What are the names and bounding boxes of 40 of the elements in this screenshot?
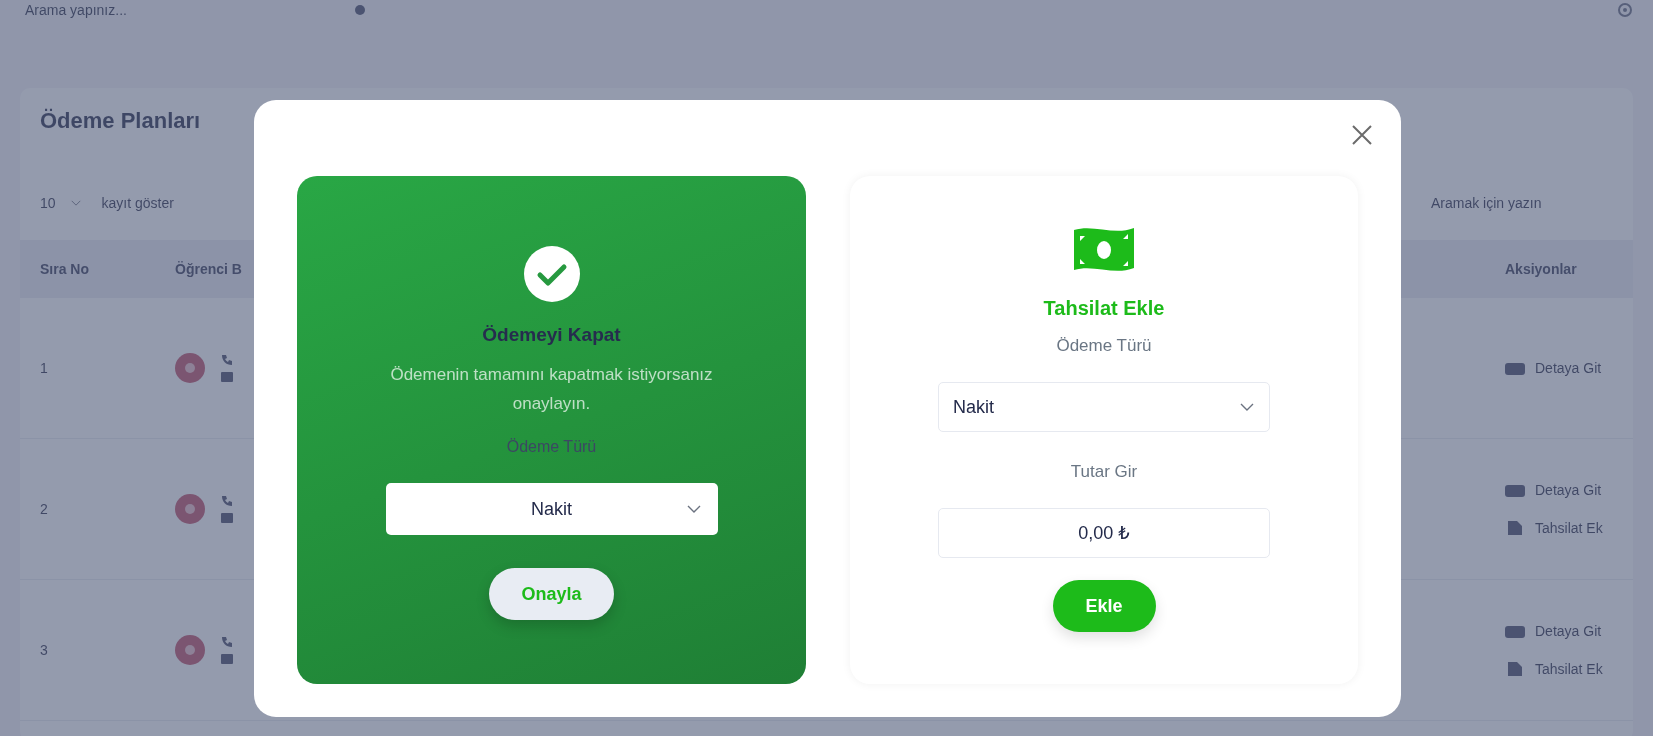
page-size-select[interactable]: 10	[40, 195, 82, 211]
close-icon	[1351, 124, 1373, 146]
card-title: Tahsilat Ekle	[1043, 297, 1165, 320]
payment-type-select[interactable]: Nakit	[385, 483, 718, 535]
card-description: Ödemenin tamamını kapatmak istiyorsanız onaylayın.	[389, 364, 714, 415]
document-icon	[1505, 661, 1525, 677]
table-search-field[interactable]: Aramak için yazın	[1429, 194, 1613, 212]
add-button[interactable]: Ekle	[1052, 580, 1156, 632]
phone-icon	[221, 495, 233, 507]
field-label: Ödeme Türü	[506, 438, 597, 456]
settings-icon	[1617, 2, 1633, 18]
action-link[interactable]: Tahsilat Ek	[1535, 661, 1603, 677]
avatar-icon	[175, 635, 205, 665]
column-header: Aksiyonlar	[1505, 261, 1577, 277]
check-icon	[523, 246, 580, 302]
action-link[interactable]: Detaya Git	[1535, 623, 1602, 639]
phone-icon	[221, 636, 233, 648]
close-button[interactable]	[1351, 124, 1373, 146]
avatar-icon	[175, 494, 205, 524]
search-field[interactable]: Arama yapınız...	[25, 2, 345, 18]
column-header: Öğrenci B	[175, 261, 243, 277]
field-label: Ödeme Türü	[1056, 336, 1152, 356]
confirm-button[interactable]: Onayla	[489, 568, 614, 620]
table-cell-text: 1	[40, 360, 49, 376]
avatar-icon	[175, 353, 205, 383]
card-title: Ödemeyi Kapat	[482, 324, 621, 346]
caret-icon	[69, 198, 82, 208]
field-label: Tutar Gir	[1070, 462, 1138, 482]
amount-field[interactable]: 0,00 ₺	[938, 508, 1270, 558]
payment-type-select[interactable]: Nakit	[938, 382, 1270, 432]
page-title: Ödeme Planları	[40, 108, 201, 135]
page-size-label: kayıt göster	[101, 195, 174, 211]
action-link[interactable]: Detaya Git	[1535, 482, 1602, 498]
table-cell-text: 3	[40, 642, 49, 658]
phone-icon	[221, 354, 233, 366]
document-icon	[1505, 520, 1525, 536]
table-cell-text: 2	[40, 501, 49, 517]
action-link[interactable]: Tahsilat Ek	[1535, 520, 1603, 536]
action-link[interactable]: Detaya Git	[1535, 360, 1602, 376]
column-header: Sıra No	[40, 261, 90, 277]
